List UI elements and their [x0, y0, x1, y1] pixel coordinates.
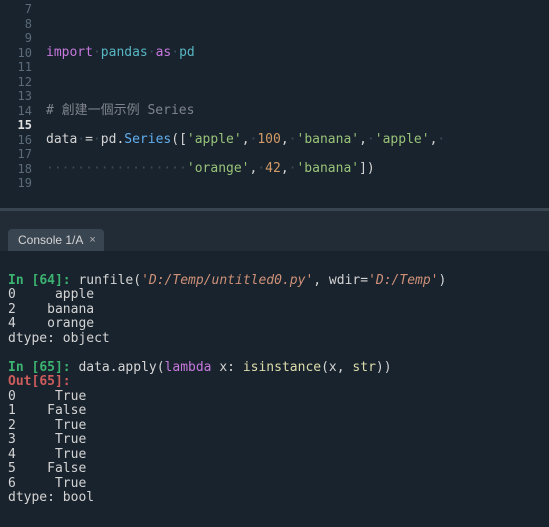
comment: # 創建一個示例 Series	[46, 103, 194, 118]
in-prompt-num: 64	[39, 273, 55, 288]
line-number: 18	[6, 162, 32, 177]
line-number-active: 15	[6, 118, 32, 133]
con-out-line: dtype: object	[8, 331, 110, 346]
str-lit: 'banana'	[297, 132, 360, 147]
num-lit: 100	[257, 132, 280, 147]
in-prompt-close: ]:	[55, 360, 78, 375]
in-prompt: In [	[8, 273, 39, 288]
line-number: 17	[6, 147, 32, 162]
in-prompt-num: 65	[39, 360, 55, 375]
in-prompt: In [	[8, 360, 39, 375]
con-text: , wdir=	[313, 273, 368, 288]
con-kw: lambda	[165, 360, 212, 375]
line-gutter: 7 8 9 10 11 12 13 14 15 16 17 18 19	[0, 0, 42, 208]
con-out-line: 1 False	[8, 403, 86, 418]
out-prompt-close: ]:	[55, 374, 78, 389]
con-text: (x,	[321, 360, 352, 375]
close-icon[interactable]: ×	[89, 234, 95, 246]
line-number: 9	[6, 31, 32, 46]
con-out-line: 2 banana	[8, 302, 94, 317]
kw-as: as	[156, 45, 172, 60]
line-number: 16	[6, 133, 32, 148]
line-number: 14	[6, 104, 32, 119]
console-output[interactable]: In [64]: runfile('D:/Temp/untitled0.py',…	[0, 251, 549, 521]
con-out-line: 5 False	[8, 461, 86, 476]
con-out-line: 3 True	[8, 432, 86, 447]
kw-import: import	[46, 45, 93, 60]
str-lit: 'apple'	[375, 132, 430, 147]
con-out-line: 4 True	[8, 447, 86, 462]
console-tab[interactable]: Console 1/A ×	[8, 229, 104, 251]
str-lit: 'apple'	[187, 132, 242, 147]
code-area[interactable]: import·pandas·as·pd # 創建一個示例 Series data…	[42, 0, 549, 208]
con-out-line: 2 True	[8, 418, 86, 433]
line-number: 12	[6, 75, 32, 90]
var-data: data	[46, 132, 77, 147]
con-str: 'D:/Temp/untitled0.py'	[141, 273, 313, 288]
line-number: 11	[6, 60, 32, 75]
con-out-line: 4 orange	[8, 316, 94, 331]
line-number: 7	[6, 2, 32, 17]
line-number: 10	[6, 46, 32, 61]
code-editor[interactable]: 7 8 9 10 11 12 13 14 15 16 17 18 19 impo…	[0, 0, 549, 211]
fn-series: Series	[124, 132, 171, 147]
line-number: 8	[6, 17, 32, 32]
con-out-line: 0 True	[8, 389, 86, 404]
obj-pd: pd	[101, 132, 117, 147]
str-lit: 'banana'	[296, 161, 359, 176]
con-text: runfile(	[78, 273, 141, 288]
con-text: )	[439, 273, 447, 288]
line-number: 19	[6, 176, 32, 191]
alias-pd: pd	[179, 45, 195, 60]
out-prompt: Out[	[8, 374, 39, 389]
op-eq: =	[85, 132, 93, 147]
console-tab-bar: Console 1/A ×	[0, 223, 549, 251]
in-prompt-close: ]:	[55, 273, 78, 288]
line-number: 13	[6, 89, 32, 104]
num-lit: 42	[265, 161, 281, 176]
con-text: data.apply(	[78, 360, 164, 375]
con-out-line: dtype: bool	[8, 490, 94, 505]
con-text: x:	[212, 360, 243, 375]
str-lit: 'orange'	[187, 161, 250, 176]
con-bif: str	[352, 360, 375, 375]
con-str: 'D:/Temp'	[368, 273, 438, 288]
con-text: ))	[376, 360, 392, 375]
console-tab-label: Console 1/A	[18, 233, 83, 247]
con-out-line: 0 apple	[8, 287, 94, 302]
con-bif: isinstance	[243, 360, 321, 375]
panel-separator[interactable]	[0, 211, 549, 223]
out-prompt-num: 65	[39, 374, 55, 389]
mod-pandas: pandas	[101, 45, 148, 60]
con-out-line: 6 True	[8, 476, 86, 491]
